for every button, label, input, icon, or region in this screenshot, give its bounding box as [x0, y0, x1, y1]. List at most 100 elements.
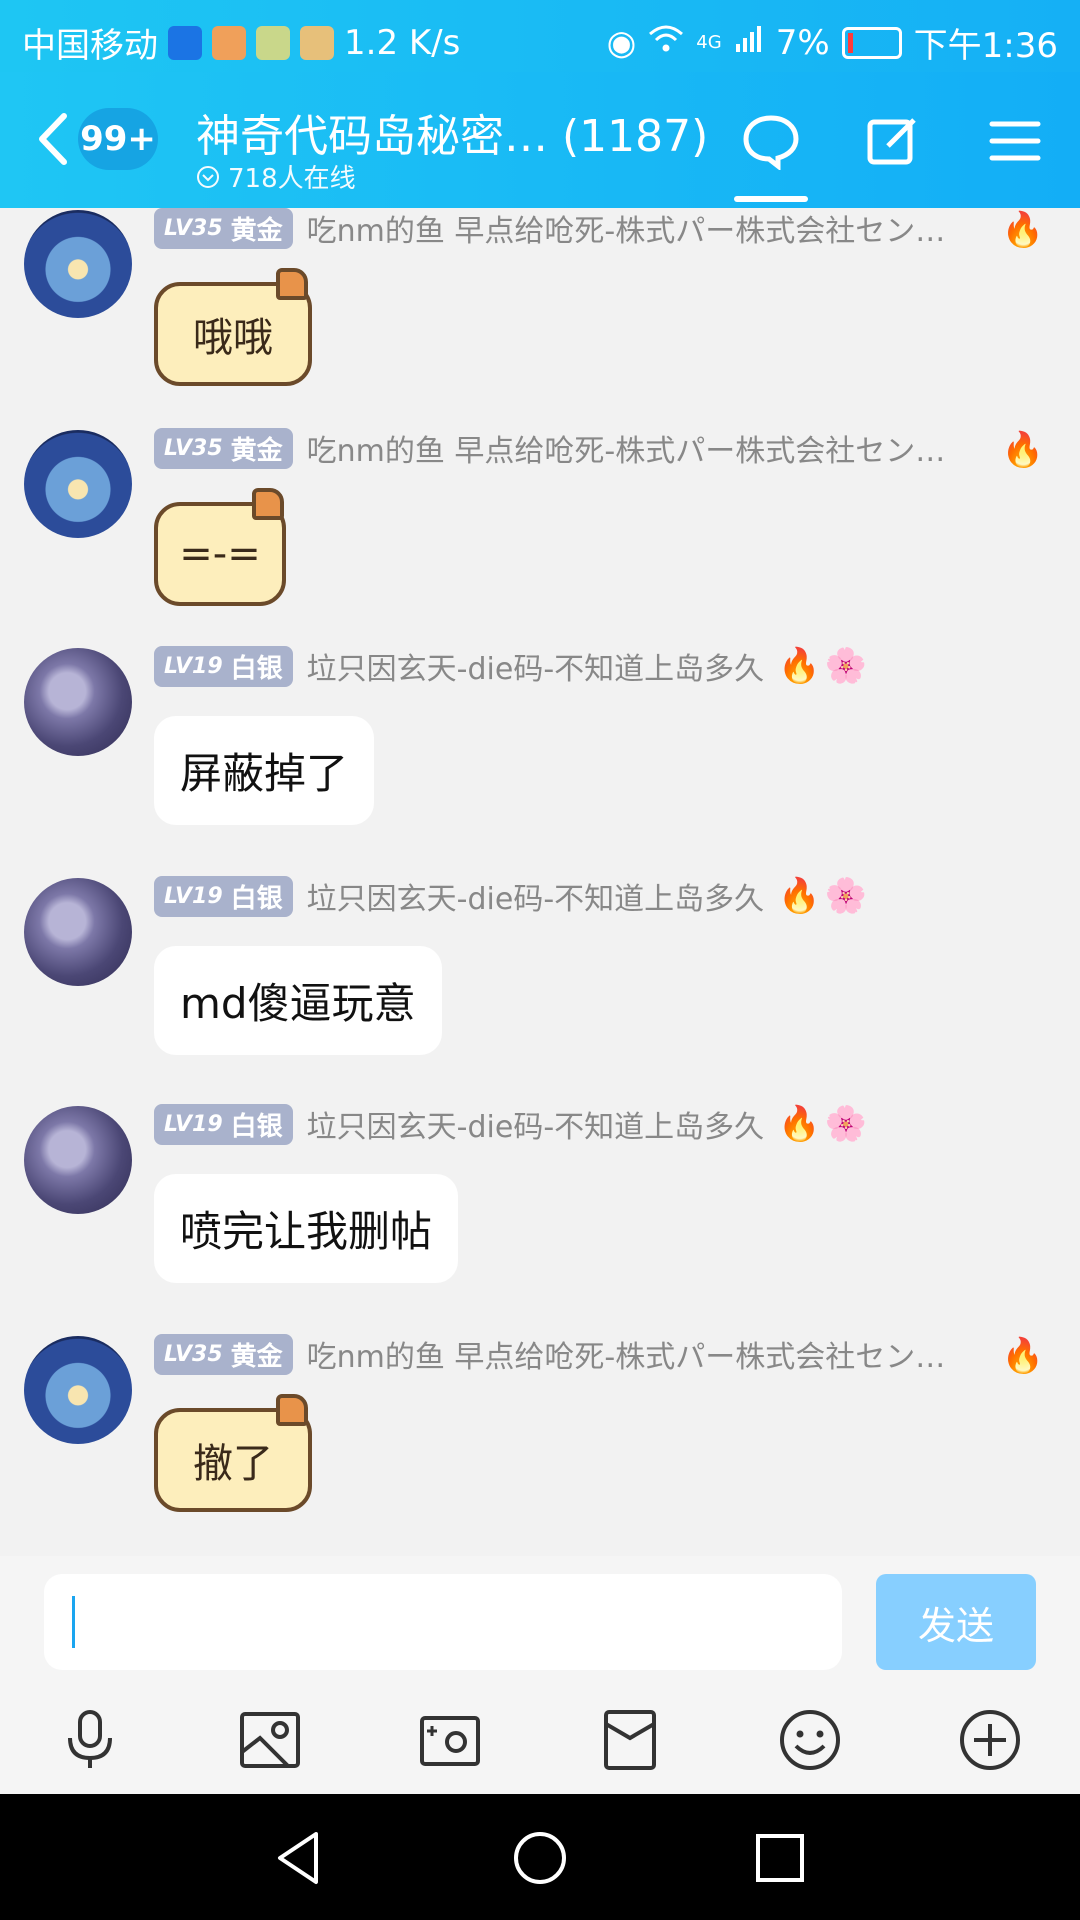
menu-icon[interactable] — [986, 112, 1044, 170]
message-meta: LV35 黄金 吃nm的鱼 早点给呛死-株式パー株式会社セント会社全精通-1998… — [154, 208, 957, 250]
video-notification-icon — [300, 25, 334, 60]
network-speed: 1.2 K/s — [344, 22, 461, 63]
online-count-label: 718人在线 — [228, 164, 356, 194]
eye-comfort-icon: ◉ — [606, 22, 637, 63]
app-notification-icon — [168, 25, 202, 60]
avatar[interactable] — [24, 430, 132, 538]
message-item: LV19 白银 垃只因玄天-die码-不知道上岛多久 🔥 🌸 喷完让我删帖 — [0, 1102, 1080, 1284]
status-right: ◉ 4G 7% 下午1:36 — [607, 18, 1058, 67]
level-number: LV35 — [164, 435, 223, 461]
level-name: 黄金 — [230, 1341, 283, 1372]
level-badge: LV19 白银 — [154, 1103, 293, 1145]
sticker-message[interactable]: 哦哦 — [144, 264, 324, 386]
back-arrow-icon[interactable] — [30, 108, 76, 170]
cat-ear-icon — [252, 488, 284, 520]
nickname[interactable]: 垃只因玄天-die码-不知道上岛多久 — [307, 874, 765, 918]
nav-back-icon[interactable] — [270, 1828, 330, 1888]
nickname[interactable]: 垃只因玄天-die码-不知道上岛多久 — [307, 1102, 765, 1146]
red-packet-icon[interactable] — [598, 1708, 662, 1772]
fire-icon: 🔥 — [778, 876, 821, 916]
alert-notification-icon — [212, 25, 246, 60]
battery-percent: 7% — [775, 22, 830, 63]
level-badge: LV19 白银 — [154, 875, 293, 917]
level-number: LV19 — [164, 883, 223, 909]
image-icon[interactable] — [238, 1708, 302, 1772]
message-item: LV35 黄金 吃nm的鱼 早点给呛死-株式パー株式会社セント会社全精通-1998… — [0, 208, 1080, 398]
avatar[interactable] — [24, 1106, 132, 1214]
cat-ear-icon — [276, 268, 308, 300]
message-meta: LV35 黄金 吃nm的鱼 早点给呛死-株式パー株式会社セント会社全精通-1998… — [154, 426, 957, 470]
level-number: LV19 — [164, 1111, 223, 1137]
message-item: LV35 黄金 吃nm的鱼 早点给呛死-株式パー株式会社セント会社全精通-1998… — [0, 426, 1080, 618]
text-caret — [72, 1596, 75, 1648]
level-name: 白银 — [230, 653, 283, 684]
level-badge: LV19 白银 — [154, 645, 293, 687]
text-bubble[interactable]: 喷完让我删帖 — [154, 1174, 459, 1283]
fire-icon: 🔥 — [1001, 210, 1044, 250]
fire-icon: 🔥 — [778, 646, 821, 686]
fire-icon: 🔥 — [1001, 1336, 1044, 1376]
flower-icon: 🌸 — [824, 876, 867, 916]
level-name: 黄金 — [230, 435, 283, 466]
level-number: LV19 — [164, 653, 223, 679]
camera-icon[interactable] — [418, 1708, 482, 1772]
message-meta: LV19 白银 垃只因玄天-die码-不知道上岛多久 🔥 🌸 — [154, 644, 867, 688]
sticker-message[interactable]: =-= — [144, 484, 294, 606]
chat-bubble-icon[interactable] — [742, 112, 800, 170]
text-bubble[interactable]: 屏蔽掉了 — [154, 716, 375, 825]
carrier-label: 中国移动 — [22, 26, 158, 66]
flower-icon: 🌸 — [824, 1104, 867, 1144]
send-button[interactable]: 发送 — [876, 1574, 1036, 1670]
nickname[interactable]: 吃nm的鱼 早点给呛死-株式パー株式会社セント会社全精通-1998年… — [307, 426, 957, 470]
sticker-message[interactable]: 撤了 — [144, 1390, 324, 1512]
unread-badge[interactable]: 99+ — [78, 108, 158, 170]
message-meta: LV19 白银 垃只因玄天-die码-不知道上岛多久 🔥 🌸 — [154, 874, 867, 918]
text-bubble[interactable]: md傻逼玩意 — [154, 946, 442, 1055]
gallery-notification-icon — [256, 25, 290, 60]
cat-ear-icon — [276, 1394, 308, 1426]
level-number: LV35 — [164, 1341, 223, 1367]
avatar[interactable] — [24, 1336, 132, 1444]
microphone-icon[interactable] — [58, 1708, 122, 1772]
nickname[interactable]: 垃只因玄天-die码-不知道上岛多久 — [307, 644, 765, 688]
nav-home-icon[interactable] — [510, 1828, 570, 1888]
wifi-icon — [648, 23, 684, 63]
avatar[interactable] — [24, 878, 132, 986]
clock: 下午1:36 — [913, 26, 1058, 66]
fire-icon: 🔥 — [778, 1104, 821, 1144]
level-name: 黄金 — [230, 215, 283, 246]
system-nav-bar — [0, 1794, 1080, 1920]
emoji-icon[interactable] — [778, 1708, 842, 1772]
level-badge: LV35 黄金 — [154, 208, 293, 249]
level-badge: LV35 黄金 — [154, 427, 293, 469]
battery-icon — [841, 26, 902, 59]
status-bar: 中国移动 1.2 K/s ◉ 4G 7% 下午1:36 — [0, 0, 1080, 72]
input-toolbar — [0, 1686, 1080, 1794]
edit-post-icon[interactable] — [864, 112, 922, 170]
message-item: LV19 白银 垃只因玄天-die码-不知道上岛多久 🔥 🌸 屏蔽掉了 — [0, 644, 1080, 826]
group-title[interactable]: 神奇代码岛秘密… (1187) — [196, 100, 708, 164]
network-type: 4G — [696, 32, 722, 53]
signal-icon — [734, 23, 764, 63]
level-number: LV35 — [164, 215, 223, 241]
tab-indicator — [734, 196, 808, 202]
message-list[interactable]: LV35 黄金 吃nm的鱼 早点给呛死-株式パー株式会社セント会社全精通-1998… — [0, 208, 1080, 1556]
nickname[interactable]: 吃nm的鱼 早点给呛死-株式パー株式会社セント会社全精通-1998年… — [307, 208, 957, 250]
chevron-circle-icon — [197, 165, 219, 188]
message-input[interactable] — [44, 1574, 842, 1670]
level-name: 白银 — [230, 1111, 283, 1142]
chat-header: 99+ 神奇代码岛秘密… (1187) 718人在线 — [0, 72, 1080, 208]
avatar[interactable] — [24, 648, 132, 756]
avatar[interactable] — [24, 210, 132, 318]
message-meta: LV19 白银 垃只因玄天-die码-不知道上岛多久 🔥 🌸 — [154, 1102, 867, 1146]
level-badge: LV35 黄金 — [154, 1333, 293, 1375]
flower-icon: 🌸 — [824, 646, 867, 686]
plus-circle-icon[interactable] — [958, 1708, 1022, 1772]
online-count[interactable]: 718人在线 — [196, 158, 356, 195]
message-item: LV19 白银 垃只因玄天-die码-不知道上岛多久 🔥 🌸 md傻逼玩意 — [0, 874, 1080, 1056]
nav-recents-icon[interactable] — [750, 1828, 810, 1888]
nickname[interactable]: 吃nm的鱼 早点给呛死-株式パー株式会社セント会社全精通-1998年… — [307, 1332, 957, 1376]
level-name: 白银 — [230, 883, 283, 914]
fire-icon: 🔥 — [1001, 430, 1044, 470]
message-meta: LV35 黄金 吃nm的鱼 早点给呛死-株式パー株式会社セント会社全精通-1998… — [154, 1332, 957, 1376]
